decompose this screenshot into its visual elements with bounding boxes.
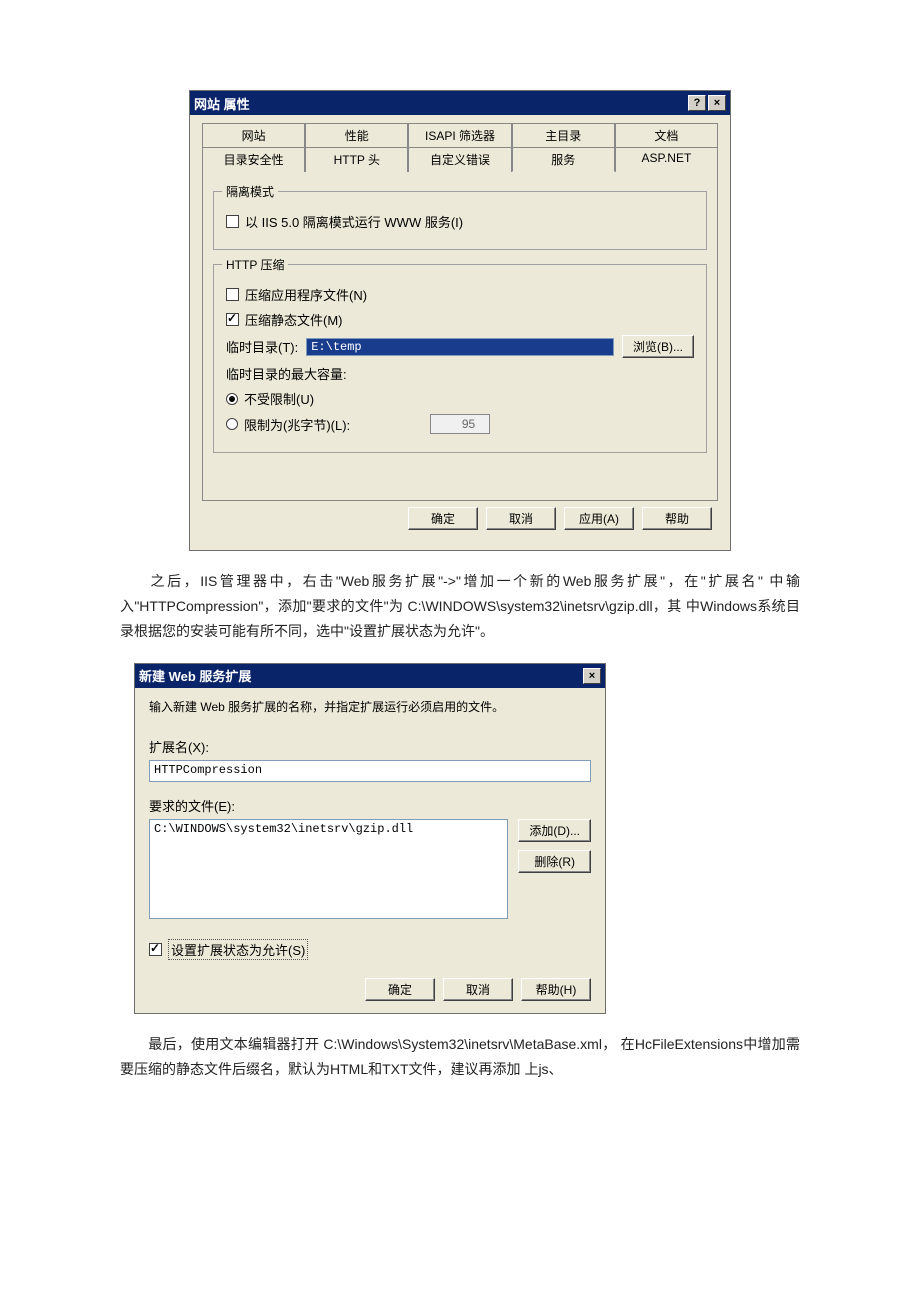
group-isolation: 隔离模式 以 IIS 5.0 隔离模式运行 WWW 服务(I): [213, 191, 707, 250]
limited-label: 限制为(兆字节)(L):: [244, 415, 350, 434]
compress-static-checkbox[interactable]: [226, 313, 239, 326]
unlimited-label: 不受限制(U): [244, 389, 314, 408]
tab-customerrors[interactable]: 自定义错误: [408, 147, 511, 172]
tab-isapi[interactable]: ISAPI 筛选器: [408, 123, 511, 147]
tab-dirsecurity[interactable]: 目录安全性: [202, 147, 305, 172]
required-files-listbox[interactable]: C:\WINDOWS\system32\inetsrv\gzip.dll: [149, 819, 508, 919]
group-title: HTTP 压缩: [222, 256, 288, 273]
tab-website[interactable]: 网站: [202, 123, 305, 147]
dialog-buttons: 确定 取消 帮助(H): [149, 978, 591, 1001]
allow-status-label: 设置扩展状态为允许(S): [168, 939, 308, 960]
tab-service[interactable]: 服务: [512, 147, 615, 172]
file-item[interactable]: C:\WINDOWS\system32\inetsrv\gzip.dll: [154, 822, 503, 836]
tab-documents[interactable]: 文档: [615, 123, 718, 147]
isolation-checkbox[interactable]: [226, 215, 239, 228]
add-button[interactable]: 添加(D)...: [518, 819, 591, 842]
titlebar[interactable]: 新建 Web 服务扩展 ×: [135, 664, 605, 688]
compress-app-label: 压缩应用程序文件(N): [245, 285, 367, 304]
ok-button[interactable]: 确定: [365, 978, 435, 1001]
tab-strip: 网站 性能 ISAPI 筛选器 主目录 文档 目录安全性 HTTP 头 自定义错…: [202, 123, 718, 172]
dialog-buttons: 确定 取消 应用(A) 帮助: [202, 501, 718, 540]
instruction-text: 输入新建 Web 服务扩展的名称，并指定扩展运行必须启用的文件。: [149, 698, 591, 715]
remove-button[interactable]: 删除(R): [518, 850, 591, 873]
tab-httpheaders[interactable]: HTTP 头: [305, 147, 408, 172]
website-properties-dialog: 网站 属性 ? × 网站 性能 ISAPI 筛选器 主目录 文档 目录安全性 H…: [189, 90, 731, 551]
limited-radio[interactable]: [226, 418, 238, 430]
help-button[interactable]: 帮助(H): [521, 978, 591, 1001]
paragraph-2: 最后，使用文本编辑器打开 C:\Windows\System32\inetsrv…: [120, 1032, 800, 1082]
browse-button[interactable]: 浏览(B)...: [622, 335, 694, 358]
unlimited-radio[interactable]: [226, 393, 238, 405]
paragraph-2-text: 最后，使用文本编辑器打开 C:\Windows\System32\inetsrv…: [120, 1036, 800, 1077]
ok-button[interactable]: 确定: [408, 507, 478, 530]
close-icon[interactable]: ×: [583, 668, 601, 684]
tab-homedir[interactable]: 主目录: [512, 123, 615, 147]
paragraph-1: 之后，IIS管理器中，右击"Web服务扩展"->"增加一个新的Web服务扩展"，…: [120, 569, 800, 645]
cancel-button[interactable]: 取消: [486, 507, 556, 530]
paragraph-1-text: 之后，IIS管理器中，右击"Web服务扩展"->"增加一个新的Web服务扩展"，…: [120, 573, 800, 639]
close-icon[interactable]: ×: [708, 95, 726, 111]
maxsize-label: 临时目录的最大容量:: [226, 364, 347, 383]
cancel-button[interactable]: 取消: [443, 978, 513, 1001]
compress-app-checkbox[interactable]: [226, 288, 239, 301]
isolation-label: 以 IIS 5.0 隔离模式运行 WWW 服务(I): [245, 212, 463, 231]
tab-aspnet[interactable]: ASP.NET: [615, 147, 718, 172]
dialog-title: 新建 Web 服务扩展: [139, 666, 581, 685]
limit-value-input[interactable]: 95: [430, 414, 490, 434]
required-files-label: 要求的文件(E):: [149, 796, 591, 815]
group-title: 隔离模式: [222, 183, 278, 200]
tab-performance[interactable]: 性能: [305, 123, 408, 147]
extension-name-input[interactable]: HTTPCompression: [149, 760, 591, 782]
dialog-title: 网站 属性: [194, 94, 686, 113]
tempdir-input[interactable]: E:\temp: [306, 338, 614, 356]
extension-name-label: 扩展名(X):: [149, 737, 591, 756]
allow-status-checkbox[interactable]: [149, 943, 162, 956]
new-web-extension-dialog: 新建 Web 服务扩展 × 输入新建 Web 服务扩展的名称，并指定扩展运行必须…: [134, 663, 606, 1014]
help-button[interactable]: 帮助: [642, 507, 712, 530]
compress-static-label: 压缩静态文件(M): [245, 310, 343, 329]
tempdir-label: 临时目录(T):: [226, 337, 298, 356]
titlebar[interactable]: 网站 属性 ? ×: [190, 91, 730, 115]
group-http-compress: HTTP 压缩 压缩应用程序文件(N) 压缩静态文件(M) 临时目录(T): E…: [213, 264, 707, 453]
apply-button[interactable]: 应用(A): [564, 507, 634, 530]
tab-panel-service: 隔离模式 以 IIS 5.0 隔离模式运行 WWW 服务(I) HTTP 压缩 …: [202, 171, 718, 501]
help-icon[interactable]: ?: [688, 95, 706, 111]
